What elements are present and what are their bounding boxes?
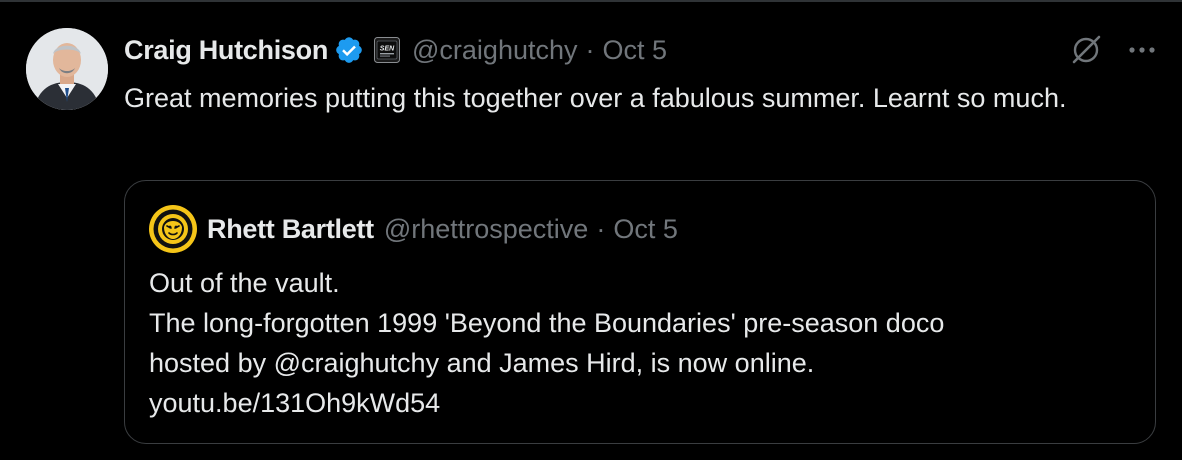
handle[interactable]: @craighutchy	[412, 35, 577, 66]
more-icon	[1129, 47, 1155, 53]
timestamp[interactable]: Oct 5	[603, 35, 668, 66]
quoted-tweet[interactable]: Rhett Bartlett @rhettrospective · Oct 5 …	[124, 180, 1156, 444]
quote-handle[interactable]: @rhettrospective	[384, 214, 589, 245]
quote-line: The long-forgotten 1999 'Beyond the Boun…	[149, 308, 945, 338]
quote-header: Rhett Bartlett @rhettrospective · Oct 5	[207, 211, 678, 247]
quote-link[interactable]: youtu.be/131Oh9kWd54	[149, 383, 1139, 423]
svg-text:SEN: SEN	[380, 46, 395, 53]
quote-display-name[interactable]: Rhett Bartlett	[207, 214, 374, 245]
grok-button[interactable]	[1068, 32, 1104, 68]
affiliate-badge-icon[interactable]: SEN	[374, 37, 401, 63]
more-button[interactable]	[1124, 32, 1160, 68]
separator: ·	[585, 34, 595, 65]
quote-avatar[interactable]	[149, 205, 197, 253]
tweet-header: Craig Hutchison SEN @craighutchy · Oct 5	[124, 30, 667, 70]
verified-icon[interactable]	[334, 35, 364, 65]
avatar-image	[26, 28, 108, 110]
quote-text: Out of the vault. The long-forgotten 199…	[149, 263, 1139, 423]
quote-timestamp[interactable]: Oct 5	[613, 214, 678, 245]
display-name[interactable]: Craig Hutchison	[124, 35, 328, 66]
quote-line: hosted by @craighutchy and James Hird, i…	[149, 348, 815, 378]
quote-avatar-image	[149, 205, 197, 253]
tweet-text: Great memories putting this together ove…	[124, 83, 1067, 113]
quote-separator: ·	[596, 213, 606, 244]
avatar[interactable]	[26, 28, 108, 110]
tweet[interactable]: Craig Hutchison SEN @craighutchy · Oct 5…	[0, 0, 1182, 460]
grok-icon	[1072, 35, 1101, 64]
quote-line: Out of the vault.	[149, 268, 340, 298]
